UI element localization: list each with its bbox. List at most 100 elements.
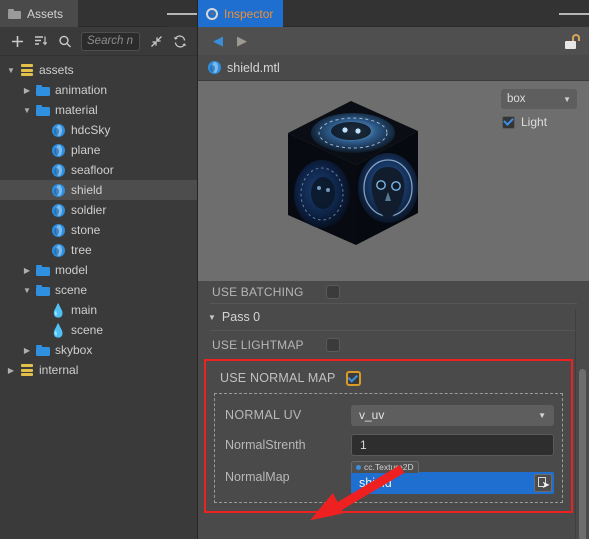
tree-item-shield[interactable]: shield [0,180,197,200]
asset-picker-icon[interactable]: ➤ [534,473,552,492]
red-highlight-box: USE NORMAL MAP NORMAL UV v_uv ▼ NormalSt… [204,359,573,513]
tab-assets[interactable]: Assets [0,0,78,27]
inspector-panel-menu-icon[interactable] [559,0,589,27]
inspected-file-name: shield.mtl [227,60,280,75]
material-icon [52,223,65,237]
light-checkbox[interactable] [502,115,515,129]
preview-light-row[interactable]: Light [501,115,547,129]
material-icon [52,203,65,217]
scene-icon: 💧 [50,322,67,338]
tree-item-skybox[interactable]: skybox [0,340,197,360]
tree-item-label: scene [71,323,104,337]
prop-label-use-lightmap: USE LIGHTMAP [212,338,304,352]
chevron-right-icon[interactable] [20,346,34,355]
material-icon [52,183,65,197]
chevron-down-icon: ▼ [563,94,571,104]
use-batching-checkbox[interactable] [325,285,340,299]
inspector-filebar: shield.mtl [198,55,589,81]
inspector-scrollbar[interactable] [578,369,587,539]
tree-item-internal[interactable]: internal [0,360,197,380]
normal-strength-label: NormalStrenth [225,438,306,452]
tree-item-label: assets [39,63,74,77]
normal-uv-select[interactable]: v_uv ▼ [351,404,554,426]
tree-item-label: stone [71,223,101,237]
normal-strength-input[interactable]: 1 [351,434,554,456]
tree-item-model[interactable]: model [0,260,197,280]
tab-inspector[interactable]: Inspector [198,0,284,27]
use-lightmap-checkbox[interactable] [325,338,340,352]
gear-icon [206,7,218,20]
tree-item-label: material [55,103,98,117]
tree-item-stone[interactable]: stone [0,220,197,240]
chevron-right-icon[interactable] [20,266,34,275]
normal-map-row: NormalMap cc.Texture2D shield ➤ [225,460,554,494]
tree-item-label: skybox [55,343,93,357]
property-list: USE BATCHING ▼ Pass 0 USE LIGHTMAP USE V… [198,281,589,539]
normal-map-label: NormalMap [225,470,290,484]
tree-item-scene[interactable]: scene [0,280,197,300]
tree-item-label: tree [71,243,92,257]
chevron-down-icon[interactable] [20,106,34,115]
tree-item-hdcsky[interactable]: hdcSky [0,120,197,140]
tree-item-scene[interactable]: 💧 scene [0,320,197,340]
use-normal-map-checkbox[interactable] [345,370,361,386]
search-filter-icon[interactable] [55,31,75,51]
scene-icon: 💧 [50,302,67,318]
cube-preview[interactable] [273,93,433,258]
refresh-icon[interactable] [170,31,190,51]
tree-item-tree[interactable]: tree [0,240,197,260]
tree-item-label: main [71,303,98,317]
asset-tree[interactable]: assets animation material hdcSky plane seaflo… [0,56,197,539]
lock-open-icon[interactable] [565,33,581,49]
search-input[interactable] [87,35,134,47]
chevron-down-icon[interactable] [4,66,18,75]
pass-0-section-header[interactable]: ▼ Pass 0 [198,304,589,330]
material-icon [52,123,65,137]
prop-row-use-lightmap[interactable]: USE LIGHTMAP [198,331,589,359]
tree-item-label: model [55,263,88,277]
tree-item-label: animation [55,83,108,97]
material-icon [208,61,221,74]
material-preview[interactable]: box ▼ Light [198,81,589,281]
arrow-right-icon[interactable]: ▶ [230,29,254,53]
chevron-right-icon[interactable] [4,366,18,375]
tree-item-seafloor[interactable]: seafloor [0,160,197,180]
inspector-scrollbar-thumb[interactable] [579,369,586,539]
prop-label-use-batching: USE BATCHING [212,285,304,299]
collapse-all-icon[interactable] [146,31,166,51]
folder-icon [35,264,50,276]
tree-item-main[interactable]: 💧 main [0,300,197,320]
tree-item-plane[interactable]: plane [0,140,197,160]
folder-icon [8,8,21,19]
sort-icon[interactable] [31,31,51,51]
assets-toolbar [0,27,197,56]
preview-shape-select[interactable]: box ▼ [501,89,577,109]
tree-item-animation[interactable]: animation [0,80,197,100]
tab-assets-label: Assets [27,6,64,21]
tree-item-label: soldier [71,203,107,217]
plus-icon[interactable] [7,31,27,51]
chevron-down-icon[interactable] [20,286,34,295]
normal-map-asset-field[interactable]: shield ➤ [351,471,554,494]
tree-item-soldier[interactable]: soldier [0,200,197,220]
assets-panel-menu-icon[interactable] [167,0,197,27]
folder-icon [35,104,50,116]
inspector-navbar: ◀ ▶ [198,27,589,55]
tree-item-label: plane [71,143,101,157]
search-box[interactable] [81,31,140,51]
use-normal-map-row[interactable]: USE NORMAL MAP [214,367,563,389]
chevron-right-icon[interactable] [20,86,34,95]
chevron-down-icon: ▼ [538,410,546,420]
tree-item-assets[interactable]: assets [0,60,197,80]
tree-item-material[interactable]: material [0,100,197,120]
use-normal-map-label: USE NORMAL MAP [220,371,336,385]
tree-item-label: scene [55,283,88,297]
folder-icon [35,344,50,356]
preview-controls: box ▼ Light [501,89,577,129]
arrow-left-icon[interactable]: ◀ [206,29,230,53]
material-icon [52,143,65,157]
prop-row-use-batching[interactable]: USE BATCHING [198,281,589,303]
inspector-scroll-gutter [575,309,589,539]
assets-tabbar: Assets [0,0,197,27]
normal-uv-label: NORMAL UV [225,408,302,422]
